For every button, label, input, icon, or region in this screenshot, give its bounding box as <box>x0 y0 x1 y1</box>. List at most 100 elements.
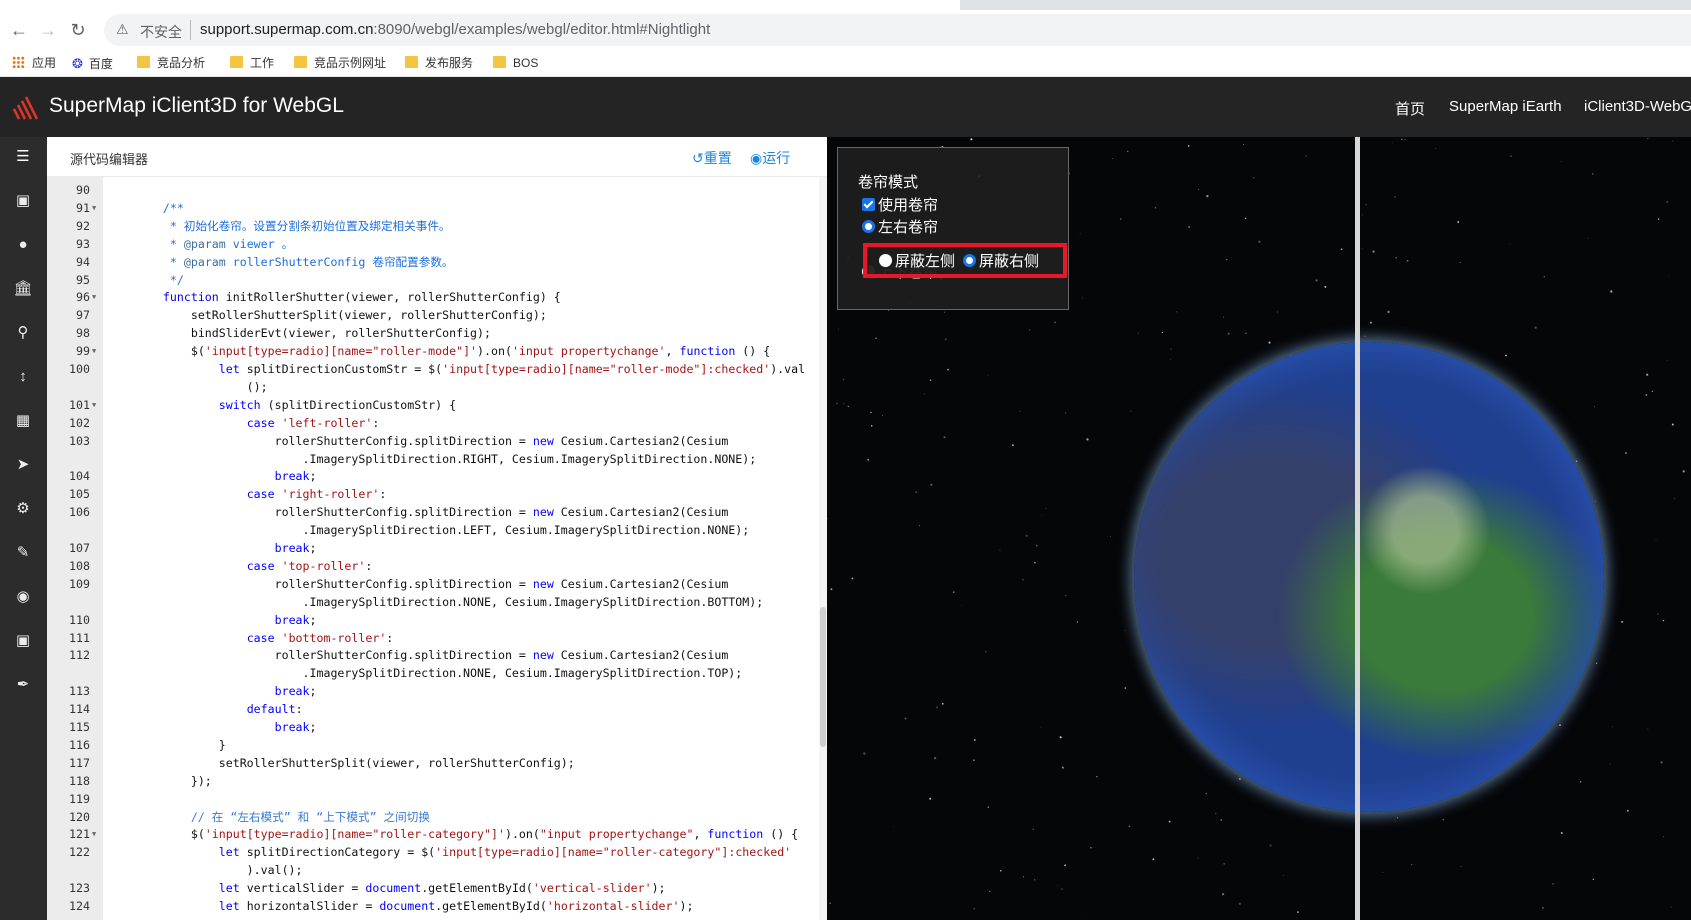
code-text: switch (splitDirectionCustomStr) { <box>218 397 457 412</box>
code-line[interactable]: 96 ▼ function initRollerShutter(viewer, r… <box>47 288 819 306</box>
globe-icon[interactable]: ● <box>11 233 35 257</box>
hide-left-radio[interactable]: 屏蔽左侧 <box>879 253 955 271</box>
code-line[interactable]: 106 rollerShutterConfig.splitDirection =… <box>47 503 819 521</box>
code-line[interactable]: 119 <box>47 790 819 808</box>
code-line[interactable]: 93 * @param viewer 。 <box>47 235 819 253</box>
cube-icon[interactable]: ▣ <box>11 629 35 653</box>
forward-arrow-icon[interactable]: → <box>37 19 59 41</box>
fold-arrow-icon[interactable]: ▼ <box>92 396 96 414</box>
code-text: // 在 “左右模式” 和 “上下模式” 之间切换 <box>190 809 430 824</box>
code-line[interactable]: .ImagerySplitDirection.NONE, Cesium.Imag… <box>47 593 819 611</box>
editor-scrollbar[interactable] <box>819 177 827 920</box>
code-line[interactable]: 121 ▼ $('input[type=radio][name="roller-c… <box>47 825 819 843</box>
code-line[interactable]: 97 setRollerShutterSplit(viewer, rollerS… <box>47 306 819 324</box>
code-line[interactable]: 115 break; <box>47 718 819 736</box>
radio-unselected-icon <box>879 254 892 267</box>
bookmark-folder[interactable]: 竞品分析 <box>137 55 205 72</box>
code-line[interactable]: 105 case 'right-roller': <box>47 485 819 503</box>
bookmark-folder[interactable]: 工作 <box>230 55 274 72</box>
code-line[interactable]: 123 let verticalSlider = document.getEle… <box>47 879 819 897</box>
code-line[interactable]: 107 break; <box>47 539 819 557</box>
run-button[interactable]: ◉运行 <box>750 148 790 168</box>
fold-arrow-icon[interactable]: ▼ <box>92 342 96 360</box>
code-line[interactable]: 100 let splitDirectionCustomStr = $('inp… <box>47 360 819 378</box>
code-line[interactable]: .ImagerySplitDirection.NONE, Cesium.Imag… <box>47 664 819 682</box>
reload-icon[interactable]: ↻ <box>67 19 89 41</box>
code-line[interactable]: 94 * @param rollerShutterConfig 卷帘配置参数。 <box>47 253 819 271</box>
code-line[interactable]: 114 default: <box>47 700 819 718</box>
arrows-vertical-icon[interactable]: ↕ <box>11 365 35 389</box>
address-bar[interactable]: ⚠ 不安全 support.supermap.com.cn:8090/webgl… <box>104 14 1691 46</box>
image-icon[interactable]: ▣ <box>11 189 35 213</box>
reset-label: 重置 <box>703 150 732 166</box>
code-line[interactable]: 111 case 'bottom-roller': <box>47 629 819 647</box>
bookmark-apps[interactable]: 应用 <box>12 55 56 72</box>
bookmark-baidu[interactable]: ❂ 百度 <box>72 55 113 72</box>
line-number: 120 <box>69 809 90 824</box>
code-text: (); <box>135 379 268 394</box>
nav-home[interactable]: 首页 <box>1395 98 1425 119</box>
map-icon[interactable]: ▦ <box>11 409 35 433</box>
code-line[interactable]: 92 * 初始化卷帘。设置分割条初始位置及绑定相关事件。 <box>47 217 819 235</box>
code-line[interactable]: 116 } <box>47 736 819 754</box>
use-roller-checkbox[interactable]: 使用卷帘 <box>862 196 938 216</box>
code-area[interactable]: 90 91 ▼ /** 92 * 初始化卷帘。设置分割条初始位置及绑定相关事件。 93 … <box>47 177 819 920</box>
cubes-icon[interactable]: ⚙ <box>11 497 35 521</box>
code-line[interactable]: .ImagerySplitDirection.RIGHT, Cesium.Ima… <box>47 450 819 468</box>
bank-icon[interactable]: 🏛 <box>11 277 35 301</box>
bookmark-folder[interactable]: BOS <box>493 55 538 72</box>
code-line[interactable]: 95 */ <box>47 271 819 289</box>
code-line[interactable]: 109 rollerShutterConfig.splitDirection =… <box>47 575 819 593</box>
code-line[interactable]: 98 bindSliderEvt(viewer, rollerShutterCo… <box>47 324 819 342</box>
code-line[interactable]: 113 break; <box>47 682 819 700</box>
code-line[interactable]: 118 }); <box>47 772 819 790</box>
code-line[interactable]: 108 case 'top-roller': <box>47 557 819 575</box>
earth-globe[interactable] <box>1134 342 1604 812</box>
warning-icon: ⚠ <box>116 21 129 37</box>
hide-right-radio[interactable]: 屏蔽右侧 <box>963 253 1039 271</box>
code-line[interactable]: 124 let horizontalSlider = document.getE… <box>47 897 819 915</box>
code-text: let splitDirectionCustomStr = $('input[t… <box>218 362 806 376</box>
eye-icon[interactable]: ◉ <box>11 585 35 609</box>
edit-icon[interactable]: ✎ <box>11 541 35 565</box>
roller-split-line[interactable] <box>1355 137 1360 920</box>
code-line[interactable]: .ImagerySplitDirection.LEFT, Cesium.Imag… <box>47 521 819 539</box>
code-line[interactable]: 101 ▼ switch (splitDirectionCustomStr) { <box>47 396 819 414</box>
code-line[interactable]: 110 break; <box>47 611 819 629</box>
fold-arrow-icon[interactable]: ▼ <box>92 825 96 843</box>
fold-arrow-icon[interactable]: ▼ <box>92 199 96 217</box>
line-number: 108 <box>69 558 90 573</box>
code-line[interactable]: 117 setRollerShutterSplit(viewer, roller… <box>47 754 819 772</box>
code-line[interactable]: ).val(); <box>47 861 819 879</box>
url-text[interactable]: support.supermap.com.cn:8090/webgl/examp… <box>200 21 710 38</box>
browser-active-tab[interactable] <box>0 0 960 10</box>
bookmark-folder[interactable]: 竞品示例网址 <box>294 55 386 72</box>
left-right-roller-radio[interactable]: 左右卷帘 <box>862 218 938 238</box>
code-line[interactable]: 112 rollerShutterConfig.splitDirection =… <box>47 646 819 664</box>
code-line[interactable]: 104 break; <box>47 467 819 485</box>
code-line[interactable]: 90 <box>47 181 819 199</box>
scrollbar-thumb[interactable] <box>820 607 826 747</box>
code-line[interactable]: 122 let splitDirectionCategory = $('inpu… <box>47 843 819 861</box>
send-icon[interactable]: ➤ <box>11 453 35 477</box>
back-arrow-icon[interactable]: ← <box>8 19 30 41</box>
globe-viewer[interactable]: 卷帘模式 使用卷帘 左右卷帘 上下卷帘 屏蔽左侧 屏蔽右侧 <box>827 137 1691 920</box>
search-icon[interactable]: ⚲ <box>11 321 35 345</box>
reset-button[interactable]: ↺重置 <box>692 148 732 168</box>
code-line[interactable]: 120 // 在 “左右模式” 和 “上下模式” 之间切换 <box>47 808 819 826</box>
nav-iearth[interactable]: SuperMap iEarth <box>1449 98 1562 115</box>
code-line[interactable]: 99 ▼ $('input[type=radio][name="roller-mo… <box>47 342 819 360</box>
nav-iclient3d-webgl[interactable]: iClient3D-WebG <box>1584 98 1691 115</box>
pencil-icon[interactable]: ✒ <box>11 673 35 697</box>
line-number: 92 <box>76 218 90 233</box>
code-line[interactable]: 91 ▼ /** <box>47 199 819 217</box>
code-line[interactable]: (); <box>47 378 819 396</box>
fold-arrow-icon[interactable]: ▼ <box>92 288 96 306</box>
folder-icon <box>230 56 243 68</box>
code-line[interactable]: 102 case 'left-roller': <box>47 414 819 432</box>
bookmark-folder[interactable]: 发布服务 <box>405 55 473 72</box>
line-number: 99 <box>76 344 90 359</box>
layers-icon[interactable]: ☰ <box>11 145 35 169</box>
code-line[interactable]: 103 rollerShutterConfig.splitDirection =… <box>47 432 819 450</box>
play-circle-icon: ◉ <box>750 150 763 166</box>
